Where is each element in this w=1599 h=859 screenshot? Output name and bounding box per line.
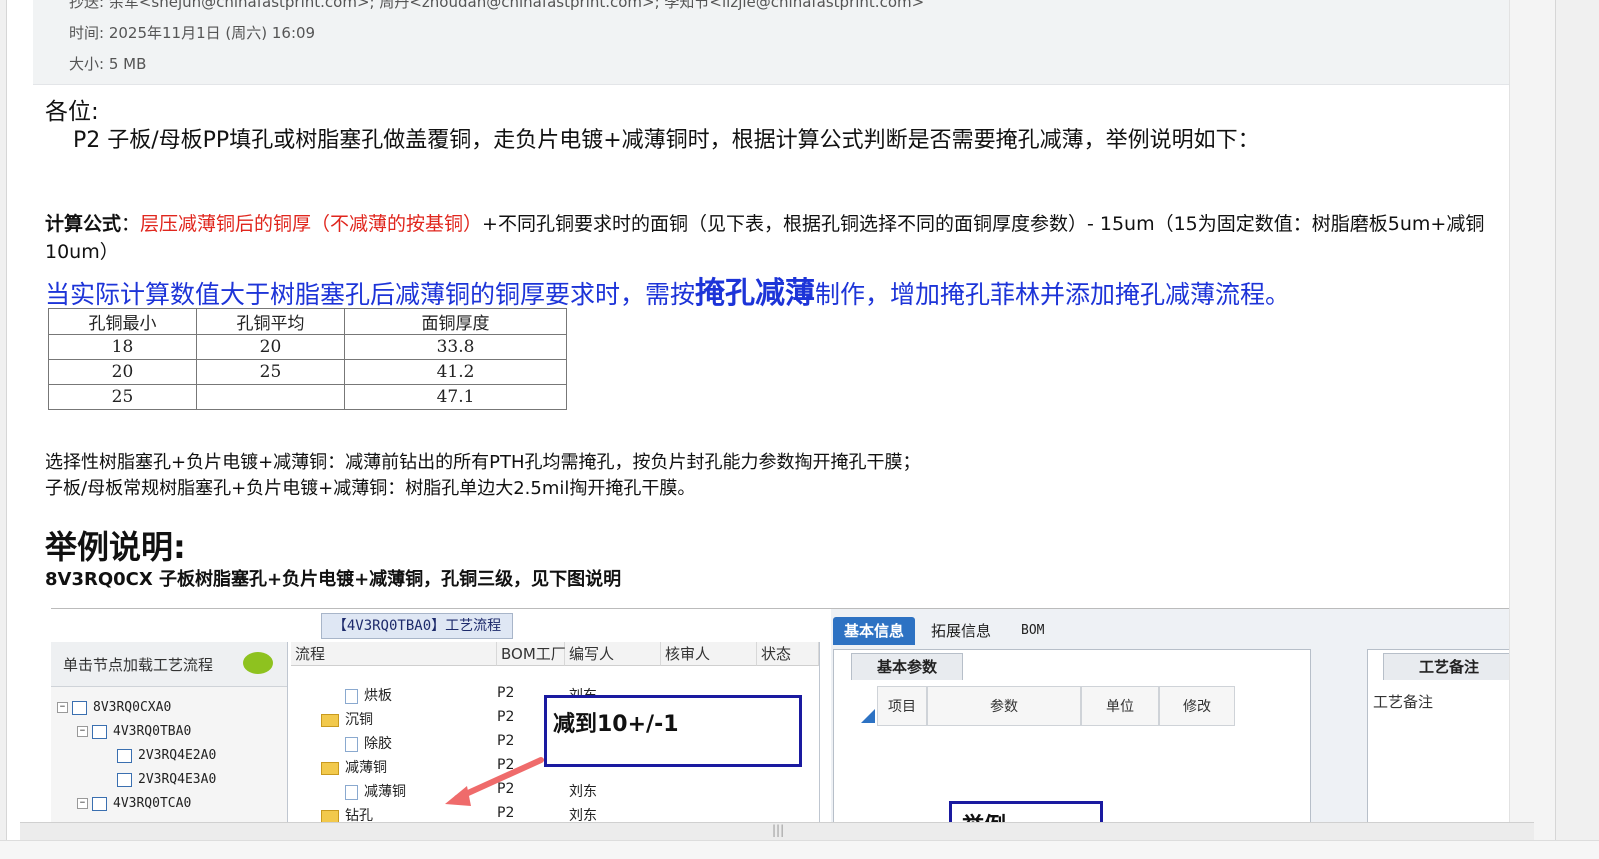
speech-bubble-icon [243,652,273,674]
vertical-scrollbar[interactable] [1509,0,1555,858]
rule-paragraph: 当实际计算数值大于树脂塞孔后减薄铜的铜厚要求时，需按掩孔减薄制作，增加掩孔菲林并… [45,268,1290,312]
table-row: 18 20 33.8 [48,334,567,360]
rule-text-2: 制作，增加掩孔菲林并添加掩孔减薄流程。 [815,280,1291,309]
node-icon [72,700,87,715]
flow-row-name[interactable]: 除胶 [345,733,392,753]
table-cell: 20 [48,359,197,385]
rule-bold-text: 掩孔减薄 [695,276,816,311]
intro-paragraph: P2 子板/母板PP填孔或树脂塞孔做盖覆铜，走负片电镀+减薄铜时，根据计算公式判… [73,128,1260,153]
table-cell: 20 [196,334,345,360]
tab-extended-info[interactable]: 拓展信息 [931,617,991,645]
callout-box-2: 举例 [949,801,1103,823]
table-cell: 25 [196,359,345,385]
col-header-reviewer[interactable]: 核审人 [661,642,757,666]
flow-row-bom: P2 [497,685,515,701]
flow-row-writer: 刘东 [569,784,597,800]
flow-tree-pane: 单击节点加载工艺流程 −8V3RQ0CXA0 −4V3RQ0TBA0 2V3RQ… [51,642,288,823]
grid-col-unit[interactable]: 单位 [1081,686,1159,726]
tree-node[interactable]: −4V3RQ0TCA0 [77,796,191,811]
flow-title: 【4V3RQ0TBA0】工艺流程 [321,613,513,639]
col-header-bom[interactable]: BOM工厂 [497,642,566,666]
flow-row-name[interactable]: 减薄铜 [345,781,406,801]
bottom-strip [0,840,1599,859]
table-row: 25 47.1 [48,384,567,410]
embedded-screenshot: 【4V3RQ0TBA0】工艺流程 单击节点加载工艺流程 −8V3RQ0CXA0 … [51,608,1529,823]
node-icon [92,724,107,739]
flow-row-name[interactable]: 减薄铜 [321,757,387,777]
formula-label: 计算公式 [45,213,122,235]
folder-icon [321,761,339,775]
table-row: 20 25 41.2 [48,359,567,385]
tree-pane-title: 单击节点加载工艺流程 [63,656,214,674]
table-cell: 25 [48,384,197,410]
node-icon [92,796,107,811]
email-window: 抄送: 余军<shejun@chinafastprint.com>; 周丹<zh… [6,0,1556,858]
node-icon [117,772,132,787]
document-icon [345,736,358,752]
process-note-label: 工艺备注 [1373,693,1434,711]
resize-bar[interactable]: ||| [20,822,1534,841]
formula-colon: ： [121,213,141,235]
tree-node[interactable]: −8V3RQ0CXA0 [57,700,171,715]
col-header-flow[interactable]: 流程 [291,642,497,666]
size-line: 大小: 5 MB [69,55,147,73]
callout-box: 减到10+/-1 [544,695,802,767]
note-line-2: 子板/母板常规树脂塞孔+负片电镀+减薄铜：树脂孔单边大2.5mil掏开掩孔干膜。 [45,478,696,499]
grip-icon: ||| [772,823,785,837]
greeting: 各位: [45,99,99,125]
callout-text: 减到10+/-1 [553,712,679,737]
example-subheading: 8V3RQ0CX 子板树脂塞孔+负片电镀+减薄铜，孔铜三级，见下图说明 [45,569,622,590]
folder-icon [321,713,339,727]
cc-line: 抄送: 余军<shejun@chinafastprint.com>; 周丹<zh… [69,0,925,11]
flow-row-name[interactable]: 钻孔 [321,805,373,823]
table-header-cell: 孔铜最小 [48,308,197,335]
col-header-status[interactable]: 状态 [757,642,819,666]
arrow-icon [445,757,544,806]
email-header: 抄送: 余军<shejun@chinafastprint.com>; 周丹<zh… [33,0,1533,85]
tab-basic-info[interactable]: 基本信息 [833,617,915,645]
note-line-1: 选择性树脂塞孔+负片电镀+减薄铜：减薄前钻出的所有PTH孔均需掩孔，按负片封孔能… [45,452,921,473]
table-cell [196,384,345,410]
tree-node[interactable]: 2V3RQ4E3A0 [117,772,216,787]
callout-2-text: 举例 [962,808,1006,823]
detail-pane: 基本信息 拓展信息 BOM 基本参数 项目 参数 单位 修改 工艺备注 工艺备注… [831,609,1529,823]
tree-node[interactable]: 2V3RQ4E2A0 [117,748,216,763]
copper-thickness-table: 孔铜最小 孔铜平均 面铜厚度 18 20 33.8 20 25 41.2 25 … [48,308,567,410]
folder-icon [321,809,339,823]
table-header-row: 孔铜最小 孔铜平均 面铜厚度 [48,308,567,335]
table-cell: 47.1 [344,384,567,410]
col-header-writer[interactable]: 编写人 [565,642,661,666]
document-icon [345,688,358,704]
table-cell: 41.2 [344,359,567,385]
table-cell: 33.8 [344,334,567,360]
time-line: 时间: 2025年11月1日 (周六) 16:09 [69,24,316,42]
flow-row-writer: 刘东 [569,808,597,823]
tab-bom[interactable]: BOM [1021,617,1044,645]
table-cell: 18 [48,334,197,360]
flow-row-bom: P2 [497,709,515,725]
flow-row-name[interactable]: 沉铜 [321,709,373,729]
subtab-basic-params[interactable]: 基本参数 [851,653,963,680]
formula-red-text: 层压减薄铜后的铜厚（不减薄的按基铜） [140,213,483,235]
rule-text-1: 当实际计算数值大于树脂塞孔后减薄铜的铜厚要求时，需按 [45,280,696,309]
tree-node[interactable]: −4V3RQ0TBA0 [77,724,191,739]
formula-paragraph: 计算公式：层压减薄铜后的铜厚（不减薄的按基铜）+不同孔铜要求时的面铜（见下表，根… [45,210,1531,266]
table-header-cell: 面铜厚度 [344,308,567,335]
node-icon [117,748,132,763]
flow-row-bom: P2 [497,733,515,749]
document-icon [345,784,358,800]
example-heading: 举例说明: [45,528,186,566]
grid-col-modify[interactable]: 修改 [1159,686,1235,726]
table-header-cell: 孔铜平均 [196,308,345,335]
grid-col-item[interactable]: 项目 [877,686,927,726]
subtab-process-note[interactable]: 工艺备注 [1383,653,1515,680]
grid-col-param[interactable]: 参数 [927,686,1081,726]
tree-pane-header: 单击节点加载工艺流程 [51,642,287,687]
flow-row-name[interactable]: 烘板 [345,685,392,705]
sort-corner-icon [861,709,875,723]
